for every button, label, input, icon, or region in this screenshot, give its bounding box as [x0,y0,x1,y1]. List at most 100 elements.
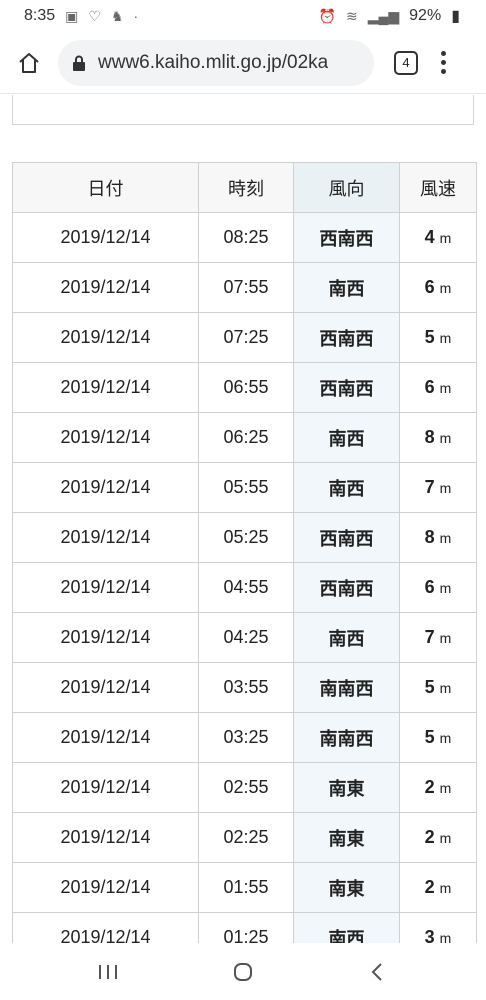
table-row: 2019/12/14 06:55 西南西 6 m [12,362,477,413]
cell-direction: 南南西 [293,712,400,763]
header-direction: 風向 [293,162,400,213]
back-button[interactable] [358,952,398,992]
speed-value: 2 [424,827,435,847]
speed-unit: m [439,830,452,846]
cell-direction: 西南西 [293,212,400,263]
cell-direction: 西南西 [293,312,400,363]
system-nav-bar [0,943,486,1000]
table-header-row: 日付 時刻 風向 風速 [12,162,477,213]
cell-time: 04:25 [198,612,294,663]
cell-date: 2019/12/14 [12,812,199,863]
cell-date: 2019/12/14 [12,712,199,763]
table-row: 2019/12/14 07:55 南西 6 m [12,262,477,313]
cell-time: 06:25 [198,412,294,463]
cell-direction: 南東 [293,862,400,913]
table-row: 2019/12/14 05:25 西南西 8 m [12,512,477,563]
cell-speed: 6m [399,562,477,613]
cell-direction: 南南西 [293,662,400,713]
cell-date: 2019/12/14 [12,612,199,663]
cell-date: 2019/12/14 [12,462,199,513]
cell-speed: 5m [399,712,477,763]
address-bar[interactable]: www6.kaiho.mlit.go.jp/02ka [58,39,374,86]
cell-time: 01:25 [198,912,294,943]
cell-time: 01:55 [198,862,294,913]
cell-date: 2019/12/14 [12,662,199,713]
status-left: 8:35 ▣ ♡ ♞ · [24,7,138,25]
table-row: 2019/12/14 01:55 南東 2 m [12,862,477,913]
cell-date: 2019/12/14 [12,312,199,363]
url-text: www6.kaiho.mlit.go.jp/02ka [98,51,329,73]
cell-speed: 6m [399,362,477,413]
cell-direction: 南西 [293,412,400,463]
speed-value: 6 [424,377,435,397]
tab-switcher-button[interactable]: 4 [394,50,418,75]
speed-unit: m [439,280,452,296]
speed-value: 5 [424,727,435,747]
wind-table: 日付 時刻 風向 風速 2019/12/14 08:25 西南西 4 m 2019/12/… [12,162,477,943]
cell-direction: 西南西 [293,512,400,563]
speed-unit: m [439,580,452,596]
speed-value: 4 [424,227,435,247]
cell-speed: 7m [399,612,477,663]
cell-direction: 南西 [293,612,400,663]
home-button[interactable] [14,48,44,78]
page-content: 日付 時刻 風向 風速 2019/12/14 08:25 西南西 4 m 2019/12/… [0,95,486,943]
cell-speed: 7m [399,462,477,513]
speed-unit: m [439,930,452,943]
speed-unit: m [439,730,452,746]
cell-date: 2019/12/14 [12,912,199,943]
cell-direction: 西南西 [293,562,400,613]
status-bar: 8:35 ▣ ♡ ♞ · ⏰ ≋ ▂▄▆ 92% ▮ [0,0,486,32]
lock-icon [73,55,85,71]
recent-apps-button[interactable] [88,952,128,992]
cell-speed: 2m [399,812,477,863]
table-row: 2019/12/14 02:55 南東 2 m [12,762,477,813]
cell-direction: 西南西 [293,362,400,413]
speed-value: 6 [424,277,435,297]
speed-value: 5 [424,327,435,347]
speed-unit: m [439,880,452,896]
header-speed: 風速 [399,162,477,213]
cell-speed: 2m [399,762,477,813]
table-row: 2019/12/14 06:25 南西 8 m [12,412,477,463]
speed-unit: m [439,530,452,546]
speed-value: 7 [424,627,435,647]
cell-speed: 4m [399,212,477,263]
home-icon [19,52,39,73]
cell-direction: 南西 [293,462,400,513]
cell-time: 07:25 [198,312,294,363]
cell-speed: 3m [399,912,477,943]
table-row: 2019/12/14 07:25 西南西 5 m [12,312,477,363]
cell-date: 2019/12/14 [12,862,199,913]
cell-speed: 6m [399,262,477,313]
browser-toolbar: www6.kaiho.mlit.go.jp/02ka 4 [0,32,486,94]
more-vert-icon[interactable] [440,51,446,74]
table-row: 2019/12/14 03:55 南南西 5 m [12,662,477,713]
home-nav-button[interactable] [223,952,263,992]
previous-section-box [12,95,474,125]
cell-date: 2019/12/14 [12,562,199,613]
table-row: 2019/12/14 01:25 南西 3 m [12,912,477,943]
table-row: 2019/12/14 05:55 南西 7 m [12,462,477,513]
speed-value: 7 [424,477,435,497]
cell-time: 06:55 [198,362,294,413]
table-row: 2019/12/14 08:25 西南西 4 m [12,212,477,263]
cell-date: 2019/12/14 [12,512,199,563]
header-time: 時刻 [198,162,294,213]
speed-value: 3 [424,927,435,943]
signal-icon: ▂▄▆ [367,7,400,24]
cell-time: 05:55 [198,462,294,513]
cell-speed: 5m [399,662,477,713]
battery-percent: 92% [409,7,442,24]
speed-value: 6 [424,577,435,597]
speed-value: 2 [424,877,435,897]
cell-date: 2019/12/14 [12,412,199,463]
status-right: ⏰ ≋ ▂▄▆ 92% ▮ [319,6,460,26]
gallery-icon: ▣ [65,7,79,24]
cell-time: 02:55 [198,762,294,813]
cell-date: 2019/12/14 [12,762,199,813]
back-icon [371,962,383,981]
speed-unit: m [439,380,452,396]
speed-value: 8 [424,527,435,547]
speed-unit: m [439,330,452,346]
